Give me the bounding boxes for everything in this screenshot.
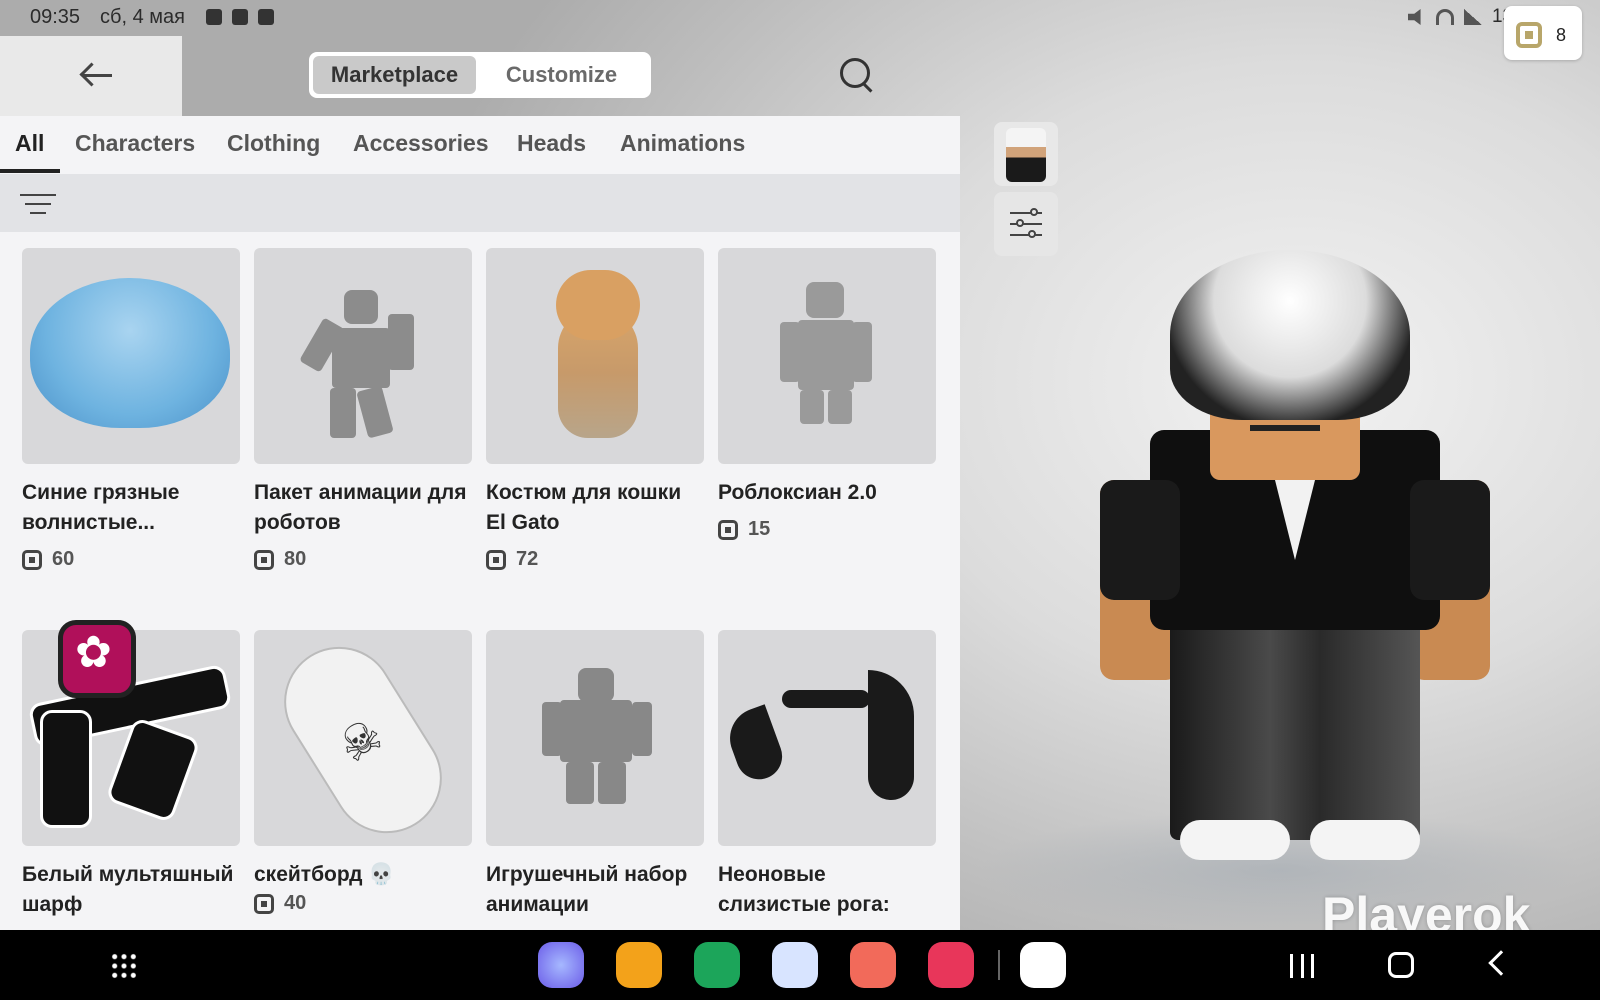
phone-icon[interactable] bbox=[694, 942, 740, 988]
item-price: 60 bbox=[22, 548, 240, 571]
item-title: Игрушечный набор анимации bbox=[486, 863, 688, 916]
skateboard-image bbox=[263, 630, 463, 846]
catalog-panel: All Characters Clothing Accessories Head… bbox=[0, 116, 960, 930]
item-thumbnail[interactable] bbox=[22, 248, 240, 464]
avatar-thumbnail-button[interactable] bbox=[994, 122, 1058, 186]
robux-icon bbox=[1516, 22, 1542, 48]
dock-divider bbox=[998, 950, 1000, 980]
item-card[interactable]: скейтборд 💀 40 bbox=[254, 630, 472, 915]
robux-amount: 8 bbox=[1556, 25, 1567, 45]
system-nav-bar bbox=[0, 930, 1600, 1000]
price-value: 80 bbox=[284, 548, 307, 570]
apps-grid-icon[interactable] bbox=[110, 952, 138, 980]
internet-icon[interactable] bbox=[538, 942, 584, 988]
tab-animations[interactable]: Animations bbox=[620, 130, 745, 157]
mute-icon bbox=[1407, 9, 1421, 25]
item-card[interactable]: Синие грязные волнистые... 60 bbox=[22, 248, 240, 571]
price-value: 60 bbox=[52, 548, 75, 570]
tab-accessories[interactable]: Accessories bbox=[353, 130, 489, 157]
item-title: скейтборд 💀 bbox=[254, 863, 395, 886]
item-card[interactable]: Белый мультяшный шарф bbox=[22, 620, 240, 920]
robux-icon bbox=[22, 549, 42, 570]
signal-icon bbox=[1463, 9, 1482, 25]
robux-icon bbox=[718, 519, 738, 540]
flower-badge-icon bbox=[58, 620, 136, 698]
gallery-notification-icon bbox=[258, 9, 274, 25]
item-thumbnail[interactable] bbox=[486, 630, 704, 846]
tab-customize[interactable]: Customize bbox=[476, 56, 647, 94]
tab-all[interactable]: All bbox=[15, 130, 44, 157]
cat-head bbox=[556, 270, 640, 340]
back-arrow-icon[interactable] bbox=[78, 58, 114, 94]
recents-icon[interactable] bbox=[1290, 954, 1314, 978]
wifi-icon bbox=[1435, 9, 1454, 25]
status-time: 09:35 bbox=[30, 6, 81, 28]
item-card[interactable]: Роблоксиан 2.0 15 bbox=[718, 248, 936, 541]
home-icon[interactable] bbox=[1388, 952, 1414, 978]
status-date: сб, 4 мая bbox=[100, 6, 185, 28]
item-title: Белый мультяшный шарф bbox=[22, 863, 234, 916]
active-tab-indicator bbox=[0, 169, 60, 173]
item-thumbnail[interactable] bbox=[718, 630, 936, 846]
tab-characters[interactable]: Characters bbox=[75, 130, 195, 157]
category-tabs: All Characters Clothing Accessories Head… bbox=[0, 116, 960, 174]
item-thumbnail[interactable] bbox=[254, 248, 472, 464]
status-bar: 09:35 сб, 4 мая 13% bbox=[0, 0, 1600, 36]
price-value: 15 bbox=[748, 518, 771, 540]
robux-icon bbox=[254, 549, 274, 570]
notification-icon bbox=[206, 9, 222, 25]
item-price: 72 bbox=[486, 548, 704, 571]
tab-clothing[interactable]: Clothing bbox=[227, 130, 320, 157]
robux-icon bbox=[254, 893, 274, 914]
contacts-icon[interactable] bbox=[850, 942, 896, 988]
item-card[interactable]: Пакет анимации для роботов 80 bbox=[254, 248, 472, 571]
messages-icon[interactable] bbox=[772, 942, 818, 988]
price-value: 72 bbox=[516, 548, 539, 570]
avatar-mini-icon bbox=[1006, 128, 1046, 182]
item-title: Пакет анимации для роботов bbox=[254, 481, 467, 534]
item-thumbnail[interactable] bbox=[486, 248, 704, 464]
filter-bar bbox=[0, 174, 960, 232]
search-icon[interactable] bbox=[838, 56, 878, 96]
item-thumbnail[interactable] bbox=[254, 630, 472, 846]
item-price: 40 bbox=[254, 892, 472, 915]
item-title: Роблоксиан 2.0 bbox=[718, 481, 877, 504]
item-title: Синие грязные волнистые... bbox=[22, 481, 180, 534]
tab-heads[interactable]: Heads bbox=[517, 130, 586, 157]
avatar-model[interactable] bbox=[1100, 250, 1490, 890]
blue-hair-image bbox=[30, 278, 230, 428]
item-price: 15 bbox=[718, 518, 936, 541]
robux-icon bbox=[486, 549, 506, 570]
item-thumbnail[interactable] bbox=[22, 620, 240, 846]
google-icon[interactable] bbox=[1020, 942, 1066, 988]
price-value: 40 bbox=[284, 892, 307, 914]
notification-icon bbox=[232, 9, 248, 25]
item-card[interactable]: Костюм для кошки El Gato 72 bbox=[486, 248, 704, 571]
filter-icon[interactable] bbox=[20, 190, 56, 216]
item-title: Костюм для кошки El Gato bbox=[486, 481, 682, 534]
slime-horns-image bbox=[782, 690, 870, 708]
robux-balance[interactable]: 8 bbox=[1504, 6, 1582, 60]
item-title: Неоновые слизистые рога: bbox=[718, 863, 890, 916]
item-thumbnail[interactable] bbox=[718, 248, 936, 464]
item-card[interactable]: Неоновые слизистые рога: bbox=[718, 630, 936, 920]
files-icon[interactable] bbox=[616, 942, 662, 988]
item-price: 80 bbox=[254, 548, 472, 571]
camera-icon[interactable] bbox=[928, 942, 974, 988]
nav-back-icon[interactable] bbox=[1488, 950, 1514, 976]
mode-switch: Marketplace Customize bbox=[309, 52, 651, 98]
tab-marketplace[interactable]: Marketplace bbox=[313, 56, 476, 94]
item-card[interactable]: Игрушечный набор анимации bbox=[486, 630, 704, 920]
adjust-sliders-icon[interactable] bbox=[994, 192, 1058, 256]
